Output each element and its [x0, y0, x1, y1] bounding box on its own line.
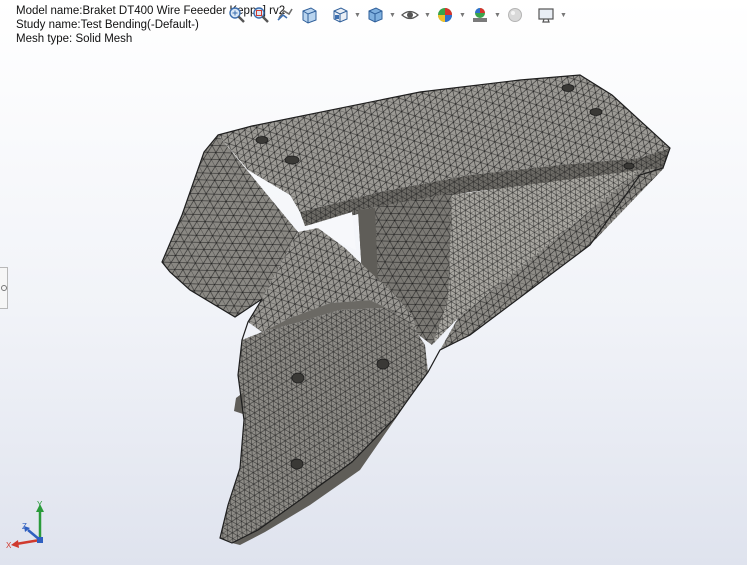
- apply-scene-icon[interactable]: [469, 4, 491, 26]
- reference-triad: Y X Z: [6, 500, 44, 550]
- section-view-icon[interactable]: [298, 4, 320, 26]
- triad-x-label: X: [6, 541, 12, 550]
- triad-y-label: Y: [37, 500, 43, 509]
- previous-view-icon[interactable]: [274, 4, 296, 26]
- expand-handle-icon: [0, 285, 7, 291]
- zoom-to-fit-icon[interactable]: [226, 4, 248, 26]
- mesh-face-gusset: [432, 168, 664, 350]
- graphics-viewport[interactable]: Model name:Braket DT400 Wire Feeeder Kep…: [0, 0, 747, 565]
- mesh-model[interactable]: [0, 0, 747, 565]
- display-style-icon[interactable]: [364, 4, 386, 26]
- triad-z-label: Z: [22, 522, 27, 531]
- display-style-dropdown-icon[interactable]: ▼: [388, 4, 397, 26]
- view-settings-dropdown-icon[interactable]: ▼: [559, 4, 568, 26]
- view-orientation-dropdown-icon[interactable]: ▼: [353, 4, 362, 26]
- realview-graphics-icon[interactable]: [504, 4, 526, 26]
- feature-manager-toggle[interactable]: [0, 267, 8, 309]
- heads-up-view-toolbar: ▼ ▼ ▼ ▼ ▼ ▼: [226, 4, 568, 26]
- view-orientation-icon[interactable]: [329, 4, 351, 26]
- zoom-to-area-icon[interactable]: [250, 4, 272, 26]
- hide-show-dropdown-icon[interactable]: ▼: [423, 4, 432, 26]
- mesh-face-lower-plate: [220, 308, 428, 545]
- edit-appearance-dropdown-icon[interactable]: ▼: [458, 4, 467, 26]
- hide-show-items-icon[interactable]: [399, 4, 421, 26]
- view-settings-icon[interactable]: [535, 4, 557, 26]
- apply-scene-dropdown-icon[interactable]: ▼: [493, 4, 502, 26]
- mesh-type-text: Mesh type: Solid Mesh: [16, 33, 133, 45]
- edit-appearance-icon[interactable]: [434, 4, 456, 26]
